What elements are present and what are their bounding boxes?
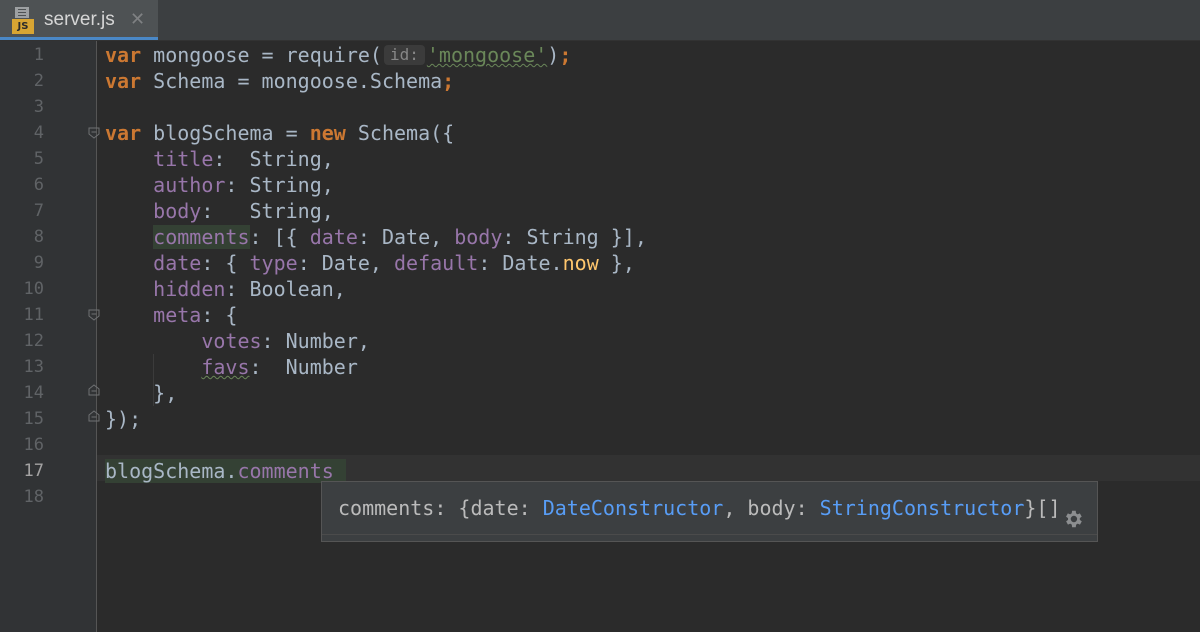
line-number: 6 [33, 175, 44, 195]
gear-icon[interactable] [1062, 508, 1084, 530]
code-line-4: var blogSchema = new Schema({ [105, 121, 455, 145]
line-number: 8 [33, 227, 44, 247]
type-link-date[interactable]: DateConstructor [543, 496, 724, 520]
code-line-11: meta: { [153, 303, 238, 327]
line-number: 3 [33, 97, 44, 117]
editor-tab-bar: JS server.js ✕ [0, 0, 1200, 41]
code-line-17: blogSchema.comments [105, 458, 346, 484]
line-number: 11 [23, 305, 44, 325]
line-number: 7 [33, 201, 44, 221]
code-line-6: author: String, [153, 173, 334, 197]
fold-open-icon[interactable] [88, 127, 100, 139]
type-link-string[interactable]: StringConstructor [820, 496, 1025, 520]
popup-divider [322, 534, 1097, 535]
line-number: 13 [23, 357, 44, 377]
code-line-14: }, [105, 381, 178, 405]
quick-documentation-popup: comments: {date: DateConstructor, body: … [321, 481, 1098, 542]
code-line-9: date: { type: Date, default: Date.now }, [153, 251, 635, 275]
fold-close-icon[interactable] [88, 384, 100, 396]
highlighted-usage: comments [153, 225, 250, 249]
code-line-13: favs: Number [201, 355, 358, 379]
line-number: 9 [33, 253, 44, 273]
tab-server-js[interactable]: JS server.js ✕ [0, 0, 158, 40]
line-number: 14 [23, 383, 44, 403]
close-tab-icon[interactable]: ✕ [130, 0, 145, 40]
code-line-2: var Schema = mongoose.Schema; [105, 69, 455, 93]
fold-open-icon[interactable] [88, 309, 100, 321]
type-signature: comments: {date: DateConstructor, body: … [338, 496, 1061, 520]
line-number: 18 [23, 487, 44, 507]
tab-label: server.js [44, 9, 115, 30]
line-number: 16 [23, 435, 44, 455]
line-number: 12 [23, 331, 44, 351]
line-number: 4 [33, 123, 44, 143]
code-line-1: var mongoose = require(id:'mongoose'); [105, 43, 572, 67]
parameter-hint: id: [383, 45, 425, 65]
line-number: 1 [33, 45, 44, 65]
code-line-15: }); [105, 407, 142, 431]
code-line-8: comments: [{ date: Date, body: String }]… [153, 225, 647, 249]
line-number: 5 [33, 149, 44, 169]
js-file-icon: JS [12, 7, 34, 34]
line-number: 10 [23, 279, 44, 299]
code-line-12: votes: Number, [201, 329, 370, 353]
code-line-10: hidden: Boolean, [153, 277, 346, 301]
line-number: 15 [23, 409, 44, 429]
fold-close-icon[interactable] [88, 410, 100, 422]
code-line-5: title: String, [153, 147, 334, 171]
line-number: 2 [33, 71, 44, 91]
line-number-active: 17 [23, 461, 44, 481]
code-line-7: body: String, [153, 199, 334, 223]
js-file-badge: JS [12, 19, 34, 34]
